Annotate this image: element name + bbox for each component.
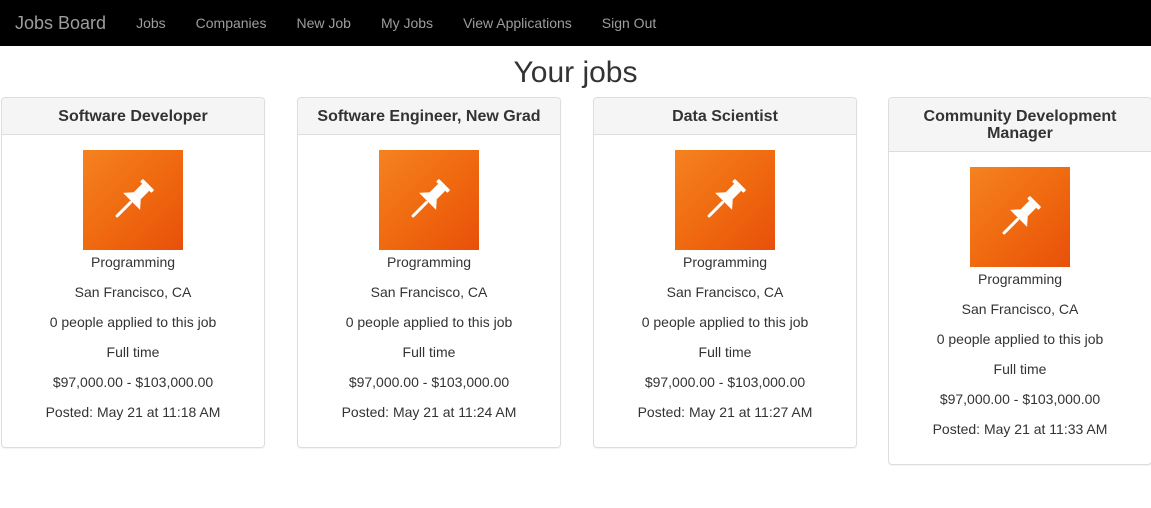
job-category: Programming xyxy=(977,271,1063,287)
pushpin-icon xyxy=(379,150,479,250)
job-card[interactable]: Community Development Manager Programmin… xyxy=(888,97,1151,465)
job-card[interactable]: Software Developer Programming San Franc… xyxy=(1,97,265,448)
nav-link-jobs[interactable]: Jobs xyxy=(121,0,181,46)
job-location: San Francisco, CA xyxy=(961,301,1079,317)
top-navbar: Jobs Board Jobs Companies New Job My Job… xyxy=(0,0,1151,46)
pushpin-icon xyxy=(83,150,183,250)
job-card[interactable]: Software Engineer, New Grad Programming … xyxy=(297,97,561,448)
job-salary: $97,000.00 - $103,000.00 xyxy=(644,374,806,390)
job-applicants: 0 people applied to this job xyxy=(345,314,513,330)
job-salary: $97,000.00 - $103,000.00 xyxy=(939,391,1101,407)
job-title[interactable]: Software Developer xyxy=(2,98,264,135)
job-category: Programming xyxy=(90,254,176,270)
nav-link-view-applications[interactable]: View Applications xyxy=(448,0,587,46)
job-posted: Posted: May 21 at 11:18 AM xyxy=(45,404,221,420)
job-location: San Francisco, CA xyxy=(74,284,192,300)
job-posted: Posted: May 21 at 11:33 AM xyxy=(932,421,1108,437)
job-posted: Posted: May 21 at 11:27 AM xyxy=(637,404,813,420)
job-title[interactable]: Data Scientist xyxy=(594,98,856,135)
pushpin-icon xyxy=(675,150,775,250)
job-category: Programming xyxy=(386,254,472,270)
job-type: Full time xyxy=(106,344,160,360)
job-location: San Francisco, CA xyxy=(666,284,784,300)
job-type: Full time xyxy=(993,361,1047,377)
page-title: Your jobs xyxy=(513,56,638,89)
nav-link-companies[interactable]: Companies xyxy=(181,0,282,46)
job-location: San Francisco, CA xyxy=(370,284,488,300)
job-salary: $97,000.00 - $103,000.00 xyxy=(348,374,510,390)
job-applicants: 0 people applied to this job xyxy=(641,314,809,330)
nav-link-new-job[interactable]: New Job xyxy=(281,0,365,46)
job-cards: Software Developer Programming San Franc… xyxy=(0,97,1151,497)
pushpin-icon xyxy=(970,167,1070,267)
job-posted: Posted: May 21 at 11:24 AM xyxy=(341,404,517,420)
job-type: Full time xyxy=(402,344,456,360)
job-applicants: 0 people applied to this job xyxy=(936,331,1104,347)
job-type: Full time xyxy=(698,344,752,360)
brand-link[interactable]: Jobs Board xyxy=(15,0,106,46)
nav-link-sign-out[interactable]: Sign Out xyxy=(587,0,671,46)
job-title[interactable]: Software Engineer, New Grad xyxy=(298,98,560,135)
nav-link-my-jobs[interactable]: My Jobs xyxy=(366,0,448,46)
job-title[interactable]: Community Development Manager xyxy=(889,98,1151,152)
job-card[interactable]: Data Scientist Programming San Francisco… xyxy=(593,97,857,448)
job-category: Programming xyxy=(682,254,768,270)
job-applicants: 0 people applied to this job xyxy=(49,314,217,330)
job-salary: $97,000.00 - $103,000.00 xyxy=(52,374,214,390)
